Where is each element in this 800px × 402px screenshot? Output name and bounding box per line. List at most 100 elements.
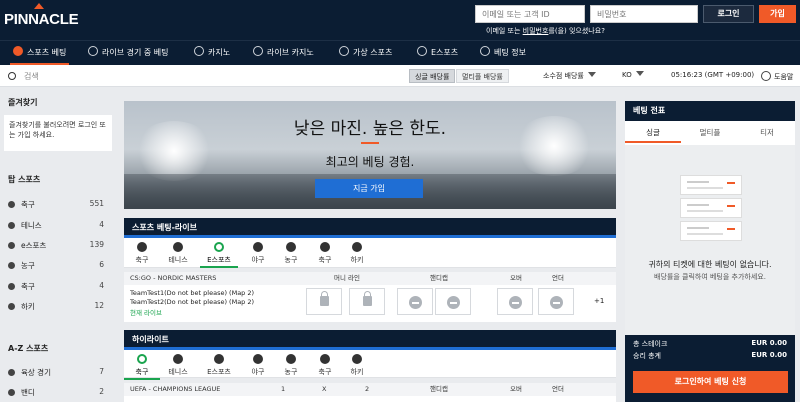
tab-basketball[interactable]: 농구 bbox=[273, 350, 309, 380]
help-link[interactable]: 도움말 bbox=[761, 71, 793, 82]
odds-cell-unavailable[interactable] bbox=[435, 288, 471, 315]
tab-single[interactable]: 싱글 bbox=[625, 123, 681, 143]
nav-label: 라이브 카지노 bbox=[267, 48, 314, 57]
sidebar-item-hockey[interactable]: 하키 12 bbox=[8, 301, 108, 313]
login-to-bet-button[interactable]: 로그인하여 베팅 신청 bbox=[633, 371, 788, 393]
sport-count: 4 bbox=[99, 281, 104, 290]
league-name[interactable]: CS:GO - NORDIC MASTERS bbox=[130, 272, 216, 285]
odds-cell-unavailable[interactable] bbox=[538, 288, 574, 315]
minus-icon bbox=[409, 296, 422, 309]
search-placeholder: 검색 bbox=[24, 72, 39, 81]
tab-label: 테니스 bbox=[168, 368, 188, 376]
odds-cell-unavailable[interactable] bbox=[397, 288, 433, 315]
gamepad-icon bbox=[417, 46, 427, 56]
nav-virtual-sports[interactable]: 가상 스포츠 bbox=[339, 41, 392, 66]
tennis-ball-icon bbox=[173, 354, 183, 364]
tab-soccer[interactable]: 축구 bbox=[124, 350, 160, 380]
total-stake-value: EUR 0.00 bbox=[751, 339, 787, 347]
total-stake-row: 총 스테이크 EUR 0.00 bbox=[633, 339, 787, 349]
match-row[interactable]: TeamTest1(Do not bet please) (Map 2) Tea… bbox=[124, 285, 616, 322]
sidebar-item-athletics[interactable]: 육상 경기 7 bbox=[8, 367, 108, 379]
odds-cell-locked[interactable] bbox=[306, 288, 342, 315]
league-name[interactable]: UEFA - CHAMPIONS LEAGUE bbox=[130, 383, 220, 396]
nav-label: E스포츠 bbox=[431, 48, 459, 57]
football-icon bbox=[320, 242, 330, 252]
single-odds-toggle[interactable]: 싱글 배당률 bbox=[409, 69, 456, 83]
tab-football[interactable]: 축구 bbox=[307, 238, 343, 268]
headset-icon bbox=[214, 242, 224, 252]
tab-teaser[interactable]: 티저 bbox=[739, 123, 795, 143]
tab-multiple[interactable]: 멀티플 bbox=[682, 123, 738, 143]
nav-live-casino[interactable]: 라이브 카지노 bbox=[253, 41, 314, 66]
tab-baseball[interactable]: 야구 bbox=[240, 350, 276, 380]
sidebar-item-esports[interactable]: e스포츠 139 bbox=[8, 240, 108, 252]
sidebar-item-bandy[interactable]: 밴디 2 bbox=[8, 387, 108, 399]
tab-label: 축구 bbox=[135, 368, 149, 376]
odds-format-select[interactable]: 소수점 배당률 bbox=[543, 71, 596, 81]
nav-sports-betting[interactable]: 스포츠 베팅 bbox=[10, 41, 70, 66]
favorites-box: 즐겨찾기를 불러오려면 로그인 또는 가입 하세요. bbox=[4, 115, 112, 151]
football-icon bbox=[8, 283, 15, 290]
lock-icon bbox=[363, 291, 372, 306]
nav-live-betting[interactable]: 라이브 경기 중 베팅 bbox=[88, 41, 169, 66]
top-bar: PINNACLE 로그인 가입 이메일 또는 비밀번호를(을) 잊으셨나요? bbox=[0, 0, 800, 40]
ticket-line bbox=[687, 210, 723, 212]
sidebar-item-tennis[interactable]: 테니스 4 bbox=[8, 220, 108, 232]
join-button[interactable]: 가입 bbox=[759, 5, 796, 23]
tab-football[interactable]: 축구 bbox=[307, 350, 343, 380]
odds-cell-locked[interactable] bbox=[349, 288, 385, 315]
login-button[interactable]: 로그인 bbox=[703, 5, 754, 23]
tab-tennis[interactable]: 테니스 bbox=[160, 238, 196, 268]
sport-name: 밴디 bbox=[21, 388, 35, 397]
live-icon bbox=[88, 46, 98, 56]
tab-basketball[interactable]: 농구 bbox=[273, 238, 309, 268]
match-row[interactable] bbox=[124, 396, 616, 402]
baseball-icon bbox=[253, 242, 263, 252]
sport-count: 139 bbox=[89, 240, 104, 249]
language-select[interactable]: KO bbox=[622, 71, 644, 79]
tab-tennis[interactable]: 테니스 bbox=[160, 350, 196, 380]
tab-label: 축구 bbox=[318, 256, 332, 264]
tab-baseball[interactable]: 야구 bbox=[240, 238, 276, 268]
tab-esports[interactable]: E스포츠 bbox=[200, 238, 238, 268]
sidebar-item-football[interactable]: 축구 4 bbox=[8, 281, 108, 293]
multiple-odds-toggle[interactable]: 멀티플 배당률 bbox=[456, 69, 509, 83]
more-markets-link[interactable]: +1 bbox=[594, 297, 604, 305]
live-panel-title: 스포츠 베팅-라이브 bbox=[124, 218, 616, 238]
favorites-title: 즐겨찾기 bbox=[8, 98, 38, 107]
email-field[interactable] bbox=[475, 5, 585, 23]
hero-title: 낮은 마진. 높은 한도. bbox=[293, 119, 447, 139]
ticket-illustration bbox=[680, 175, 742, 195]
nav-betting-info[interactable]: 베팅 정보 bbox=[480, 41, 526, 66]
team-1: TeamTest1(Do not bet please) (Map 2) bbox=[130, 289, 255, 297]
live-table-header: CS:GO - NORDIC MASTERS 머니 라인 핸디캡 오버 언더 bbox=[124, 272, 616, 285]
password-field[interactable] bbox=[590, 5, 698, 23]
tab-hockey[interactable]: 하키 bbox=[339, 238, 375, 268]
forgot-password-link[interactable]: 비밀번호 bbox=[523, 27, 549, 35]
bet-slip: 베팅 전표 싱글 멀티플 티저 귀하의 티켓에 대한 베팅이 없습니다. 배당률… bbox=[625, 101, 795, 402]
tab-esports[interactable]: E스포츠 bbox=[200, 350, 238, 380]
soccer-ball-icon bbox=[8, 201, 15, 208]
search-box[interactable]: 검색 bbox=[8, 71, 39, 82]
nav-casino[interactable]: 카지노 bbox=[194, 41, 230, 66]
tab-hockey[interactable]: 하키 bbox=[339, 350, 375, 380]
join-now-button[interactable]: 지금 가입 bbox=[315, 179, 423, 198]
minus-icon bbox=[509, 296, 522, 309]
ticket-line bbox=[687, 227, 709, 229]
tab-label: E스포츠 bbox=[207, 256, 231, 264]
sidebar-item-basketball[interactable]: 농구 6 bbox=[8, 260, 108, 272]
bet-slip-empty: 귀하의 티켓에 대한 베팅이 없습니다. 배당률을 클릭하여 베팅을 추가하세요… bbox=[625, 145, 795, 335]
live-sport-tabs: 축구 테니스 E스포츠 야구 농구 축구 하키 bbox=[124, 238, 616, 268]
tab-soccer[interactable]: 축구 bbox=[124, 238, 160, 268]
col-under: 언더 bbox=[552, 385, 564, 393]
basketball-icon bbox=[286, 354, 296, 364]
nav-label: 스포츠 베팅 bbox=[27, 48, 67, 57]
football-icon bbox=[320, 354, 330, 364]
sport-name: 축구 bbox=[21, 200, 35, 209]
sidebar-item-soccer[interactable]: 축구 551 bbox=[8, 199, 108, 211]
pinnacle-logo[interactable]: PINNACLE bbox=[4, 11, 79, 28]
odds-cell-unavailable[interactable] bbox=[497, 288, 533, 315]
nav-esports[interactable]: E스포츠 bbox=[417, 41, 458, 66]
sport-count: 12 bbox=[94, 301, 104, 310]
live-status: 현재 라이브 bbox=[130, 309, 162, 317]
